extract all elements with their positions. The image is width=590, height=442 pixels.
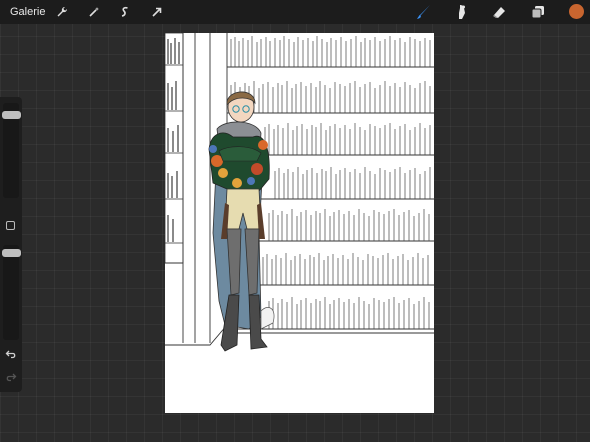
left-sidebar [0, 97, 22, 392]
drawing-canvas[interactable] [165, 33, 434, 413]
top-toolbar: Galerie [0, 0, 590, 24]
color-picker-button[interactable] [569, 4, 584, 19]
brush-size-slider[interactable] [2, 103, 21, 198]
opacity-slider[interactable] [2, 245, 21, 340]
selection-icon[interactable] [116, 3, 134, 21]
smudge-icon[interactable] [453, 3, 471, 21]
modify-button[interactable] [6, 221, 15, 230]
wrench-icon[interactable] [53, 3, 71, 21]
eraser-icon[interactable] [490, 3, 508, 21]
undo-icon[interactable] [5, 348, 17, 360]
redo-icon[interactable] [5, 371, 17, 383]
brush-size-thumb[interactable] [2, 111, 21, 119]
brush-icon[interactable] [415, 3, 433, 21]
character-figure [208, 91, 275, 352]
transform-arrow-icon[interactable] [148, 3, 166, 21]
artwork-library-illustration [165, 33, 434, 352]
opacity-thumb[interactable] [2, 249, 21, 257]
magic-wand-icon[interactable] [85, 3, 103, 21]
layers-icon[interactable] [529, 3, 547, 21]
gallery-button[interactable]: Galerie [10, 6, 45, 18]
